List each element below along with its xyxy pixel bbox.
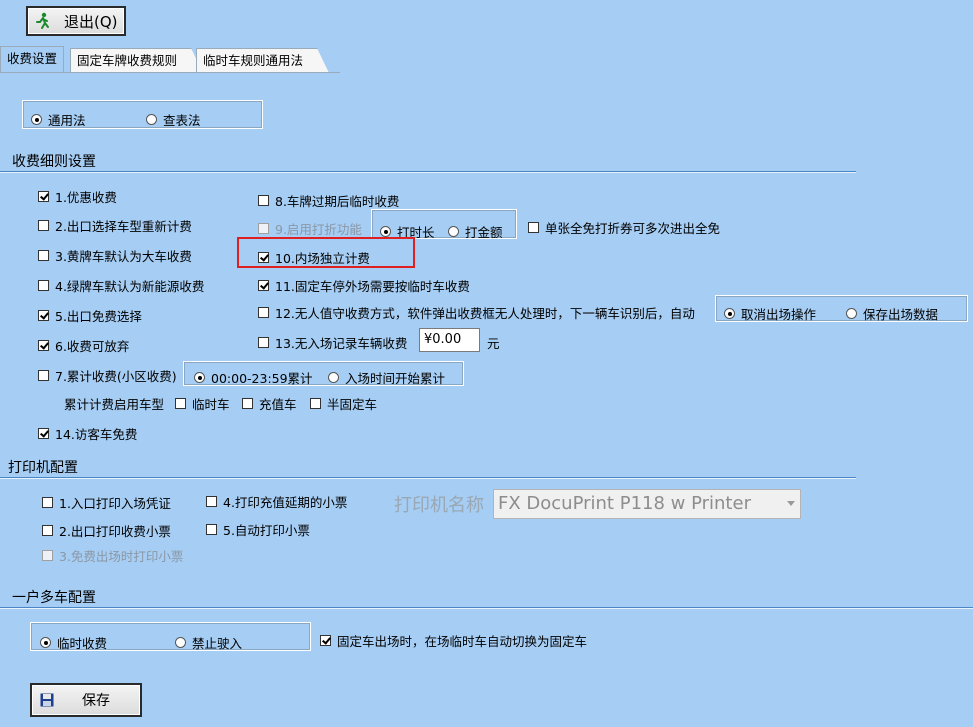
option-visitor-free[interactable]: 14.访客车免费 xyxy=(38,424,137,443)
tab-temp-car-general[interactable]: 临时车规则通用法 xyxy=(196,48,329,73)
option-exit-free[interactable]: 5.出口免费选择 xyxy=(38,306,142,325)
accumulate-temp-car[interactable]: 临时车 xyxy=(175,394,230,413)
printer-exit-receipt[interactable]: 2.出口打印收费小票 xyxy=(42,521,171,540)
mode-lookup-radio[interactable]: 查表法 xyxy=(146,110,201,129)
radio-indicator xyxy=(31,114,42,125)
option-unattended[interactable]: 12.无人值守收费方式，软件弹出收费框无人处理时，下一辆车识别后，自动 xyxy=(258,303,695,322)
option-accumulate[interactable]: 7.累计收费(小区收费) xyxy=(38,366,177,385)
printer-name-label: 打印机名称 xyxy=(394,495,484,516)
option-auto-switch-fixed[interactable]: 固定车出场时，在场临时车自动切换为固定车 xyxy=(320,631,587,650)
accumulate-entry-radio[interactable]: 入场时间开始累计 xyxy=(328,368,445,387)
option-exit-recalc[interactable]: 2.出口选择车型重新计费 xyxy=(38,216,192,235)
multi-car-heading: 一户多车配置 xyxy=(12,590,96,606)
save-button-label: 保存 xyxy=(82,693,110,709)
printer-auto-print[interactable]: 5.自动打印小票 xyxy=(206,520,310,539)
mode-general-radio[interactable]: 通用法 xyxy=(31,110,86,129)
exit-button[interactable]: 退出(Q) xyxy=(26,6,126,36)
option-discount-fee[interactable]: 1.优惠收费 xyxy=(38,187,117,206)
tab-fixed-plate-rules[interactable]: 固定车牌收费规则 xyxy=(70,48,203,73)
multi-car-no-entry-radio[interactable]: 禁止驶入 xyxy=(175,633,242,652)
floppy-disk-icon xyxy=(40,693,54,707)
unattended-cancel-radio[interactable]: 取消出场操作 xyxy=(724,304,816,323)
option-inner-independent[interactable]: 10.内场独立计费 xyxy=(258,248,370,267)
option-no-entry-fee[interactable]: 13.无入场记录车辆收费 xyxy=(258,333,407,352)
exit-person-icon xyxy=(34,12,52,30)
printer-free-exit-receipt[interactable]: 3.免费出场时打印小票 xyxy=(42,546,183,565)
fee-detail-divider xyxy=(0,171,856,173)
multi-car-temp-fee-radio[interactable]: 临时收费 xyxy=(40,633,107,652)
tab-baseline xyxy=(0,72,340,73)
discount-by-amount-radio[interactable]: 打金额 xyxy=(448,222,503,241)
option-green-plate[interactable]: 4.绿牌车默认为新能源收费 xyxy=(38,276,204,295)
option-full-free-coupon[interactable]: 单张全免打折券可多次进出全免 xyxy=(528,218,720,237)
option-fee-abandon[interactable]: 6.收费可放弃 xyxy=(38,336,129,355)
tab-bar: 收费设置 固定车牌收费规则 临时车规则通用法 xyxy=(0,44,973,73)
option-enable-discount[interactable]: 9.启用打折功能 xyxy=(258,219,362,238)
printer-heading: 打印机配置 xyxy=(8,460,78,476)
accumulate-recharge-car[interactable]: 充值车 xyxy=(242,394,297,413)
chevron-down-icon xyxy=(787,501,795,506)
option-expired-plate[interactable]: 8.车牌过期后临时收费 xyxy=(258,191,399,210)
accumulate-range-radio[interactable]: 00:00-23:59累计 xyxy=(194,368,313,387)
no-entry-fee-input[interactable]: ¥0.00 xyxy=(419,328,480,352)
radio-indicator xyxy=(146,114,157,125)
printer-divider xyxy=(0,477,856,479)
accumulate-semi-fixed-car[interactable]: 半固定车 xyxy=(310,394,377,413)
save-button[interactable]: 保存 xyxy=(30,683,142,717)
multi-car-divider xyxy=(0,607,973,609)
printer-name-select[interactable]: FX DocuPrint P118 w Printer xyxy=(493,489,801,519)
no-entry-fee-unit: 元 xyxy=(487,336,500,351)
printer-recharge-receipt[interactable]: 4.打印充值延期的小票 xyxy=(206,492,347,511)
fee-detail-heading: 收费细则设置 xyxy=(12,154,96,170)
option-yellow-plate[interactable]: 3.黄牌车默认为大车收费 xyxy=(38,246,192,265)
printer-entry-voucher[interactable]: 1.入口打印入场凭证 xyxy=(42,493,171,512)
unattended-save-radio[interactable]: 保存出场数据 xyxy=(846,304,938,323)
option-fixed-outside[interactable]: 11.固定车停外场需要按临时车收费 xyxy=(258,276,470,295)
accumulate-types-label: 累计计费启用车型 xyxy=(64,397,165,412)
exit-button-label: 退出(Q) xyxy=(64,12,118,31)
tab-fee-settings[interactable]: 收费设置 xyxy=(0,46,64,72)
